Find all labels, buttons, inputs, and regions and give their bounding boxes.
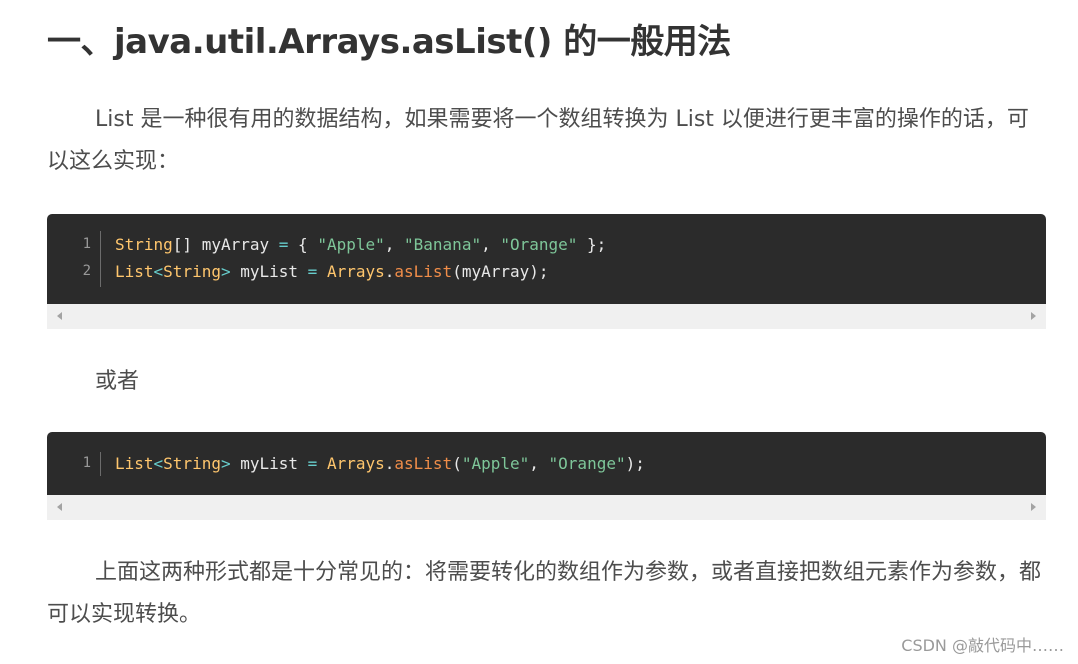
code-token: myList — [230, 262, 308, 281]
code-token: ( — [452, 454, 462, 473]
code-token: }; — [577, 235, 607, 254]
summary-paragraph: 上面这两种形式都是十分常见的：将需要转化的数组作为参数，或者直接把数组元素作为参… — [47, 560, 1042, 627]
code-lines: 1 List<String> myList = Arrays.asList("Ap… — [47, 450, 1046, 477]
scroll-left-arrow-icon[interactable] — [57, 312, 62, 320]
code-token: String — [163, 454, 221, 473]
code-token: > — [220, 262, 231, 281]
code-token: ); — [625, 454, 645, 473]
code-token: [] myArray — [172, 235, 279, 254]
intro-paragraph: List 是一种很有用的数据结构，如果需要将一个数组转换为 List 以便进行更… — [47, 107, 1029, 174]
code-token: { — [288, 235, 318, 254]
code-token: < — [153, 454, 164, 473]
code-token: = — [307, 262, 318, 281]
code-token: > — [220, 454, 231, 473]
line-number: 2 — [82, 263, 91, 279]
scroll-left-arrow-icon[interactable] — [57, 503, 62, 511]
code-token: < — [153, 262, 164, 281]
code-block-array-to-list[interactable]: 1 String[] myArray = { "Apple", "Banana",… — [47, 214, 1046, 304]
code-token: = — [278, 235, 289, 254]
csdn-watermark: CSDN @敲代码中…… — [901, 636, 1064, 655]
code-token: String — [163, 262, 221, 281]
code-token: "Orange" — [500, 235, 578, 254]
scroll-right-arrow-icon[interactable] — [1031, 312, 1036, 320]
code-token: "Apple" — [317, 235, 385, 254]
code-token: "Banana" — [404, 235, 482, 254]
code-token: , — [384, 235, 405, 254]
code-token: List — [115, 454, 154, 473]
code-token: asList — [394, 262, 453, 281]
code-lines: 1 String[] myArray = { "Apple", "Banana",… — [47, 231, 1046, 285]
code-block-2-horizontal-scrollbar[interactable] — [47, 495, 1046, 520]
code-text: String[] myArray = { "Apple", "Banana", … — [115, 231, 606, 258]
line-number: 1 — [82, 236, 91, 252]
code-line: 2 List<String> myList = Arrays.asList(myA… — [47, 258, 1046, 285]
code-token: Arrays — [326, 262, 385, 281]
code-token: . — [384, 262, 395, 281]
code-block-aslist-literals[interactable]: 1 List<String> myList = Arrays.asList("Ap… — [47, 432, 1046, 495]
section-heading: 一、java.util.Arrays.asList() 的一般用法 — [47, 22, 731, 62]
code-token: = — [307, 454, 318, 473]
code-token: String — [115, 235, 173, 254]
code-text: List<String> myList = Arrays.asList(myAr… — [115, 258, 549, 285]
code-token: Arrays — [326, 454, 385, 473]
code-line: 1 List<String> myList = Arrays.asList("Ap… — [47, 450, 1046, 477]
or-paragraph: 或者 — [95, 369, 140, 394]
code-token: myList — [230, 454, 308, 473]
code-token: "Orange" — [548, 454, 626, 473]
code-token: , — [481, 235, 501, 254]
code-token: , — [529, 454, 549, 473]
line-number: 1 — [82, 455, 91, 471]
code-token: (myArray); — [452, 262, 549, 281]
code-line: 1 String[] myArray = { "Apple", "Banana",… — [47, 231, 1046, 258]
code-token: "Apple" — [461, 454, 530, 473]
code-token: List — [115, 262, 154, 281]
code-block-1-horizontal-scrollbar[interactable] — [47, 304, 1046, 329]
code-text: List<String> myList = Arrays.asList("App… — [115, 450, 645, 477]
code-token: asList — [394, 454, 453, 473]
code-token: . — [384, 454, 395, 473]
scroll-right-arrow-icon[interactable] — [1031, 503, 1036, 511]
